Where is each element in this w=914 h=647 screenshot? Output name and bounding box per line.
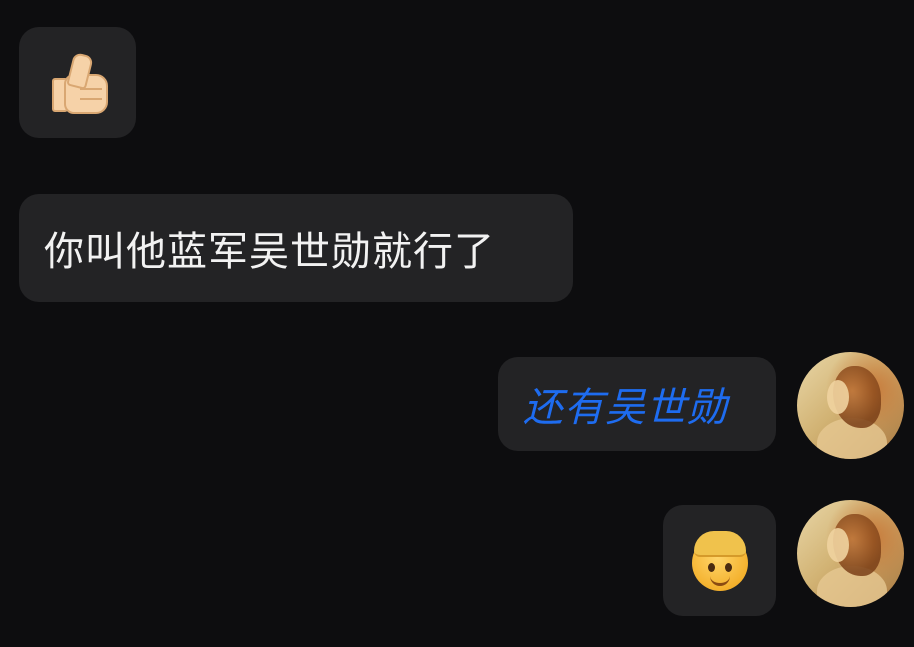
message-bubble-text[interactable]: 你叫他蓝军吴世勋就行了: [19, 194, 573, 302]
message-bubble-boy-emoji[interactable]: [663, 505, 776, 616]
message-bubble-thumbs-up[interactable]: [19, 27, 136, 138]
message-link-text[interactable]: 还有吴世勋: [523, 375, 728, 433]
avatar[interactable]: [797, 500, 904, 607]
chat-thread: 你叫他蓝军吴世勋就行了 还有吴世勋: [0, 0, 914, 647]
message-bubble-link[interactable]: 还有吴世勋: [498, 357, 776, 451]
message-text: 你叫他蓝军吴世勋就行了: [44, 229, 495, 275]
avatar[interactable]: [797, 352, 904, 459]
boy-face-icon: [688, 529, 752, 593]
thumbs-up-icon: [50, 51, 108, 114]
